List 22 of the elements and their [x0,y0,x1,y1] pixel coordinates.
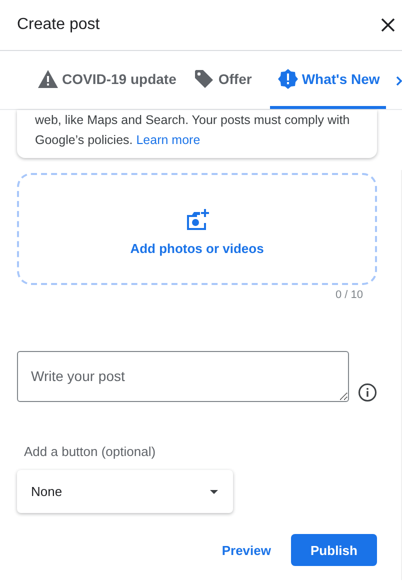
tab[interactable]: Offer [194,51,258,109]
warning-icon [38,70,58,88]
dropdown-caret-icon [210,490,218,494]
info-icon[interactable] [358,383,377,402]
tag-icon [194,68,214,88]
upload-label: Add photos or videos [130,240,264,256]
select-label: Add a button (optional) [24,444,157,459]
notice-text: web, like Maps and Search. Your posts must comply with Google’s policies. Learn more [35,112,351,149]
post-input-field[interactable]: Write your post [17,351,349,402]
photo-count: 0 / 10 [335,289,363,303]
button-type-dropdown[interactable]: None [17,470,233,513]
tab[interactable]: COVID-19 update [38,51,182,109]
dialog-title: Create post [17,16,100,34]
add-photo-icon [184,208,210,232]
tab[interactable]: What's New [270,51,386,109]
chevron-right-icon[interactable] [396,76,402,86]
learn-more-link[interactable]: Learn more [136,133,200,147]
photo-upload-area[interactable]: Add photos or videos [17,173,377,285]
preview-button[interactable]: Preview [222,542,271,558]
close-icon[interactable] [381,18,395,32]
publish-button[interactable]: Publish [291,534,377,566]
alert-badge-icon [278,68,298,88]
